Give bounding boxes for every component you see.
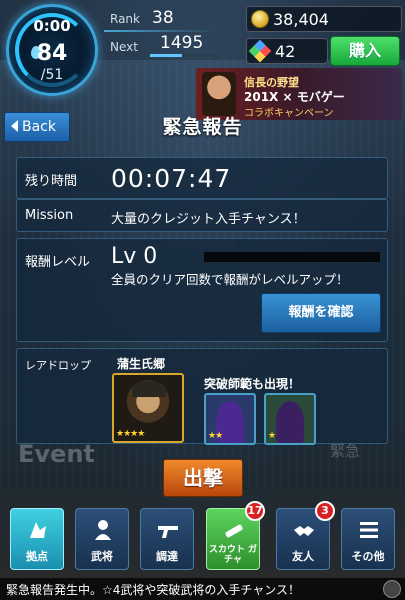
scout-badge: 17 (245, 501, 265, 521)
time-label: 残り時間 (25, 174, 78, 189)
nav-label: 拠点 (26, 550, 48, 563)
nav-label: 友人 (292, 550, 314, 563)
main-card-stars: ★★★★ (116, 429, 145, 439)
next-label: Next (110, 40, 138, 54)
time-panel: 残り時間 00:07:47 (16, 157, 388, 199)
mission-value: 大量のクレジット入手チャンス！ (111, 212, 306, 227)
nav-friends[interactable]: 友人 3 (276, 501, 335, 570)
nav-procure[interactable]: 調達 (140, 508, 194, 570)
next-exp-bar (150, 54, 220, 57)
banner-portrait (202, 72, 236, 116)
reward-level-bar (203, 251, 381, 263)
main-card-name: 蒲生氏郷 (117, 357, 166, 371)
appear-text: 突破師範も出現！ (204, 377, 301, 391)
rare-drop-label: レアドロップ (25, 359, 91, 372)
mission-panel: Mission 大量のクレジット入手チャンス！ (16, 199, 388, 232)
stamina-current: 84 (36, 41, 68, 66)
stamina-timer: 0:00 (33, 17, 71, 35)
news-ticker[interactable]: 緊急報告発生中。☆4武将や突破武将の入手チャンス！ (0, 578, 405, 600)
silhouette-figure (276, 401, 304, 443)
gold-counter: 38,404 (246, 6, 402, 32)
nav-label: その他 (351, 550, 385, 563)
reward-description: 全員のクリア回数で報酬がレベルアップ！ (111, 272, 349, 287)
nav-base[interactable]: 拠点 (10, 508, 64, 570)
reward-panel: 報酬レベル Lv 0 全員のクリア回数で報酬がレベルアップ！ 報酬を確認 (16, 238, 388, 342)
gun-icon (158, 526, 178, 538)
confirm-reward-button[interactable]: 報酬を確認 (261, 293, 381, 333)
next-value: 1495 (160, 33, 204, 53)
silhouette-card-b[interactable]: ★ (264, 393, 316, 445)
next-exp-fill (150, 54, 182, 57)
friends-badge: 3 (315, 501, 335, 521)
coin-icon (251, 10, 269, 28)
banner-line2: 201X × モバゲー (244, 90, 345, 104)
sortie-button[interactable]: 出撃 (163, 459, 243, 497)
site-logo-icon (383, 580, 401, 598)
reward-level: Lv 0 (111, 244, 158, 269)
page-title: 緊急報告 (162, 116, 243, 138)
stamina-gauge[interactable]: 0:00 84 /51 (6, 4, 98, 96)
rank-label: Rank (110, 12, 140, 26)
gem-value: 42 (275, 42, 296, 61)
nav-scout-gacha[interactable]: スカウト ガチャ 17 (206, 501, 265, 570)
time-value: 00:07:47 (111, 164, 232, 193)
silhouette-a-stars: ★★ (208, 431, 223, 441)
nav-generals[interactable]: 武将 (75, 508, 129, 570)
nav-label: 武将 (91, 550, 113, 563)
stamina-max: /51 (40, 67, 64, 83)
bottom-nav: 拠点 武将 調達 スカウト ガチャ 17 友人 3 その他 (0, 501, 405, 576)
buy-button[interactable]: 購入 (330, 36, 400, 66)
rank-value: 38 (152, 8, 174, 28)
nav-other[interactable]: その他 (341, 508, 395, 570)
silhouette-card-a[interactable]: ★★ (204, 393, 256, 445)
handshake-icon (294, 526, 314, 536)
mission-label: Mission (25, 208, 74, 223)
reward-label: 報酬レベル (25, 255, 91, 270)
silhouette-b-stars: ★ (268, 431, 276, 441)
card-helmet (132, 381, 166, 397)
event-background-text: Event (18, 440, 95, 468)
base-icon (30, 522, 46, 538)
nav-label: 調達 (156, 550, 178, 563)
rare-drop-panel: レアドロップ 蒲生氏郷 ★★★★ 突破師範も出現！ ★★ ★ (16, 348, 388, 445)
main-card[interactable]: ★★★★ (112, 373, 184, 443)
gem-counter: 42 (246, 38, 328, 64)
general-icon (95, 520, 111, 540)
menu-icon (360, 522, 378, 538)
ticker-text: 緊急報告発生中。☆4武将や突破武将の入手チャンス！ (6, 583, 301, 597)
emergency-background-text: 緊急 (330, 442, 361, 460)
gold-value: 38,404 (273, 10, 329, 29)
rank-divider (104, 30, 214, 32)
scout-icon (225, 524, 243, 538)
nav-label: スカウト ガチャ (208, 545, 258, 565)
gem-icon (248, 39, 272, 63)
